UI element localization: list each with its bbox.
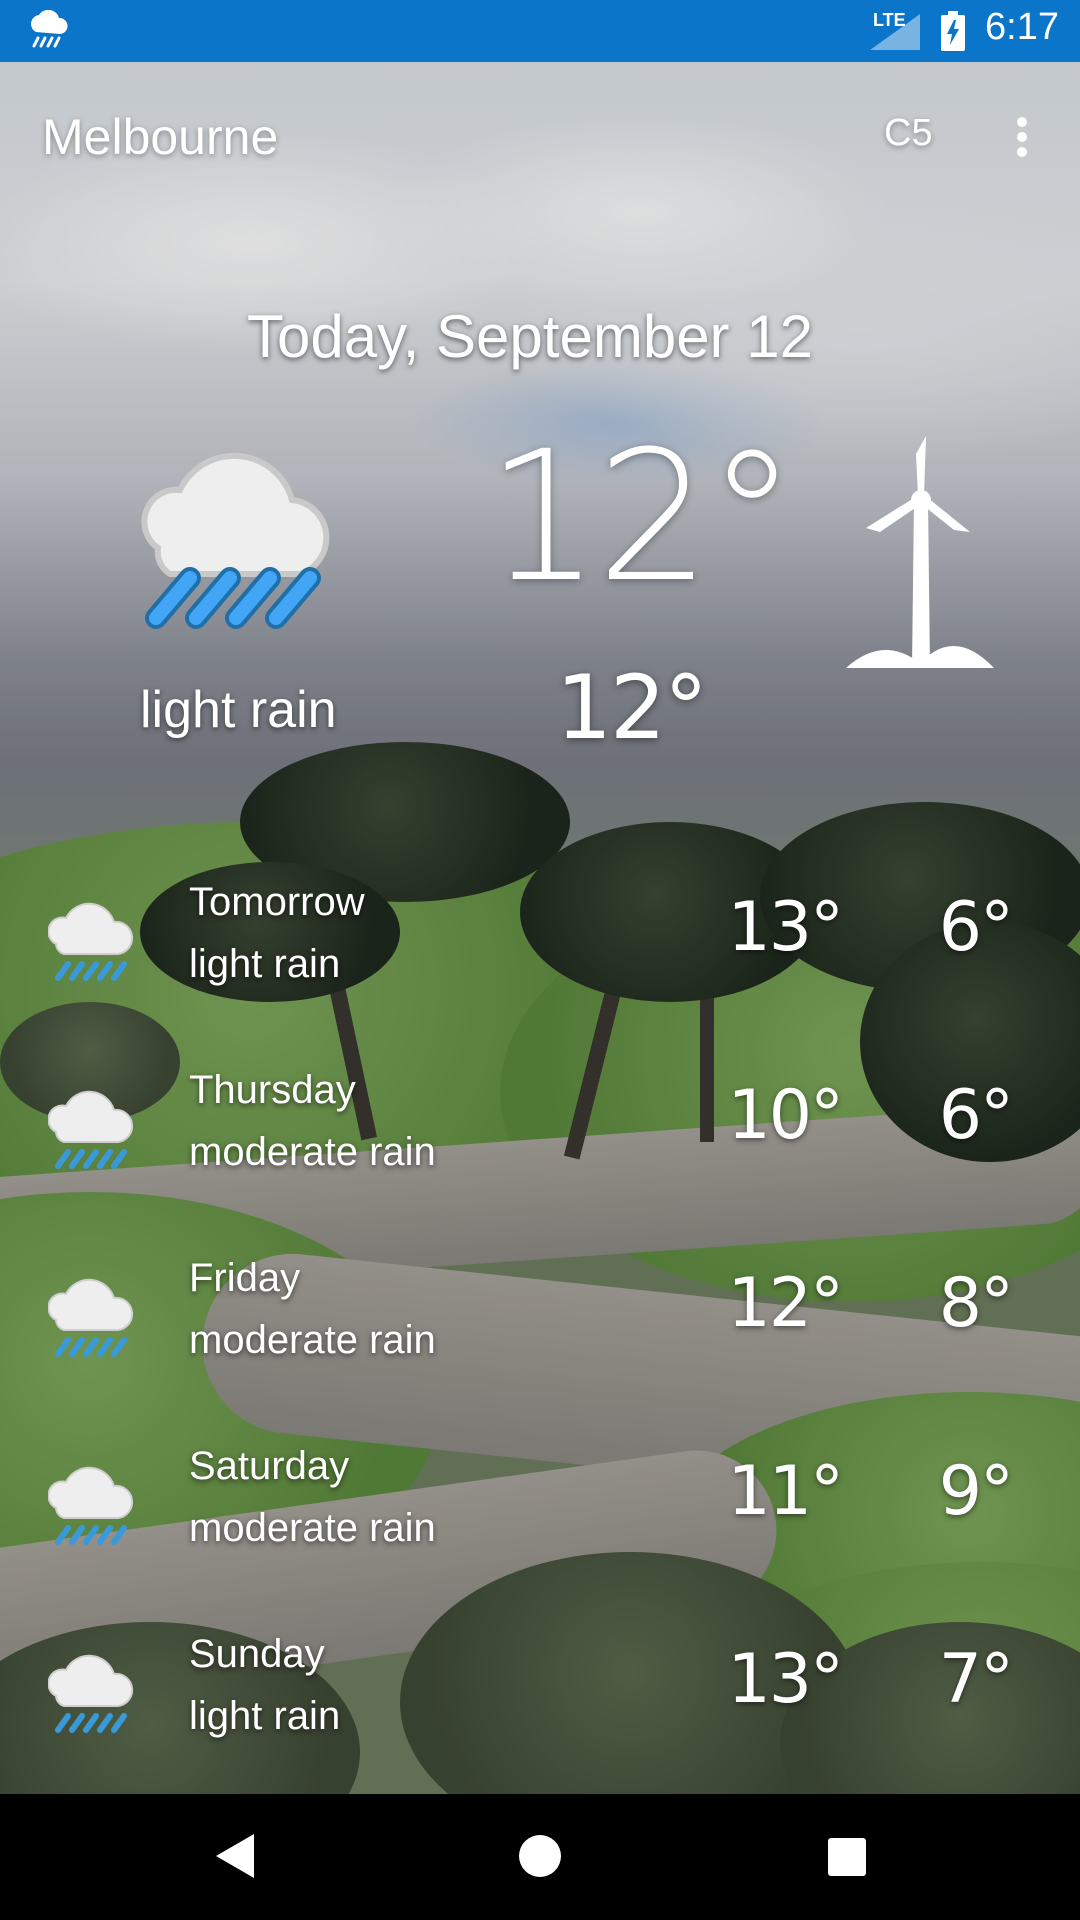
forecast-condition: light rain	[189, 1694, 341, 1738]
weather-screen: LTE 6:17 Melbourne C5 Today, September 1…	[0, 0, 1080, 1920]
forecast-day: Thursday	[189, 1068, 356, 1112]
forecast-low: 9°	[938, 1452, 1014, 1531]
forecast-high: 13°	[727, 1640, 844, 1719]
forecast-low: 7°	[938, 1640, 1014, 1719]
forecast-day: Sunday	[189, 1632, 325, 1676]
overflow-menu-icon[interactable]	[1006, 112, 1038, 162]
forecast-condition: light rain	[189, 942, 341, 986]
status-bar: LTE 6:17	[0, 0, 1080, 62]
today-high-temp: 12°	[486, 413, 797, 622]
cloud-rain-icon	[141, 452, 330, 629]
back-icon[interactable]	[212, 1830, 258, 1882]
cloud-rain-icon	[48, 902, 134, 981]
city-title[interactable]: Melbourne	[42, 108, 278, 166]
weather-rain-icon	[31, 10, 68, 48]
forecast-row[interactable]: Sunday light rain 13° 7°	[0, 1612, 1080, 1800]
forecast-row[interactable]: Friday moderate rain 12° 8°	[0, 1236, 1080, 1424]
battery-charging-icon	[941, 11, 965, 51]
forecast-row[interactable]: Saturday moderate rain 11° 9°	[0, 1424, 1080, 1612]
forecast-row[interactable]: Thursday moderate rain 10° 6°	[0, 1048, 1080, 1236]
signal-icon	[870, 14, 920, 50]
forecast-low: 6°	[938, 1076, 1014, 1155]
cloud-rain-icon	[48, 1090, 134, 1169]
navigation-bar	[0, 1794, 1080, 1920]
today-low-temp: 12°	[556, 656, 708, 759]
cloud-rain-icon	[48, 1278, 134, 1357]
forecast-low: 8°	[938, 1264, 1014, 1343]
forecast-row[interactable]: Tomorrow light rain 13° 6°	[0, 860, 1080, 1048]
today-condition: light rain	[140, 681, 337, 739]
forecast-high: 10°	[727, 1076, 844, 1155]
forecast-high: 12°	[727, 1264, 844, 1343]
wind-turbine-icon	[846, 436, 994, 668]
recents-icon[interactable]	[824, 1830, 868, 1882]
home-icon[interactable]	[518, 1830, 562, 1882]
cloud-rain-icon	[48, 1654, 134, 1733]
forecast-day: Saturday	[189, 1444, 350, 1488]
forecast-condition: moderate rain	[189, 1318, 436, 1362]
cloud-rain-icon	[48, 1466, 134, 1545]
forecast-day: Tomorrow	[189, 880, 365, 924]
forecast-day: Friday	[189, 1256, 301, 1300]
forecast-high: 13°	[727, 888, 844, 967]
forecast-low: 6°	[938, 888, 1014, 967]
unit-button[interactable]: C5	[884, 112, 933, 155]
status-time: 6:17	[985, 6, 1059, 48]
today-date: Today, September 12	[247, 303, 813, 370]
forecast-condition: moderate rain	[189, 1130, 436, 1174]
forecast-high: 11°	[727, 1452, 844, 1531]
forecast-condition: moderate rain	[189, 1506, 436, 1550]
